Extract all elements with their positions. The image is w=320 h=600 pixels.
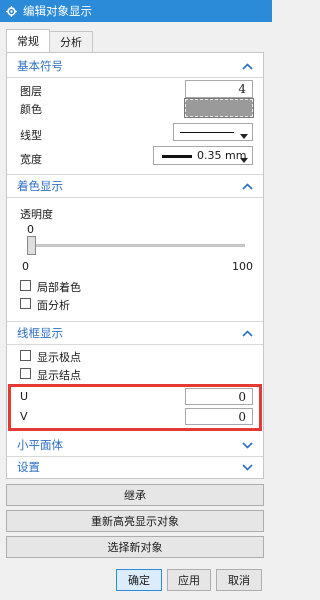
tab-analysis[interactable]: 分析 — [49, 31, 93, 52]
show-poles-checkbox[interactable] — [20, 350, 31, 361]
chevron-up-icon[interactable] — [241, 327, 253, 339]
transparency-slider-track[interactable] — [27, 244, 245, 247]
settings-panel: 基本符号 图层 4 颜色 线型 宽度 0.35 mm 着色显示 透明度 0 0 — [6, 52, 264, 479]
divider — [7, 197, 263, 198]
v-label: V — [20, 410, 28, 423]
local-shading-checkbox[interactable] — [20, 280, 31, 291]
v-input[interactable]: 0 — [185, 408, 253, 425]
section-facet-body-title: 小平面体 — [17, 438, 63, 452]
dropdown-arrow-icon — [240, 129, 248, 142]
transparency-value: 0 — [27, 223, 34, 236]
local-shading-label: 局部着色 — [37, 281, 81, 294]
u-input[interactable]: 0 — [185, 388, 253, 405]
linetype-label: 线型 — [20, 129, 42, 142]
layer-value: 4 — [238, 82, 246, 96]
section-basic-symbol-header[interactable]: 基本符号 — [7, 55, 263, 77]
color-swatch-button[interactable] — [184, 98, 254, 118]
divider — [7, 77, 263, 78]
apply-button[interactable]: 应用 — [167, 569, 211, 591]
show-knots-checkbox[interactable] — [20, 368, 31, 379]
select-new-object-button[interactable]: 选择新对象 — [6, 536, 264, 558]
section-settings-header[interactable]: 设置 — [7, 456, 263, 478]
show-knots-label: 显示结点 — [37, 369, 81, 382]
color-label: 颜色 — [20, 103, 42, 116]
width-label: 宽度 — [20, 153, 42, 166]
dropdown-arrow-icon — [240, 153, 248, 166]
section-shading-header[interactable]: 着色显示 — [7, 175, 263, 197]
section-shading-title: 着色显示 — [17, 179, 63, 193]
app-gear-icon — [6, 5, 17, 17]
width-select[interactable]: 0.35 mm — [153, 146, 253, 165]
face-analysis-checkbox[interactable] — [20, 298, 31, 309]
tab-general[interactable]: 常规 — [6, 29, 50, 52]
layer-input[interactable]: 4 — [185, 80, 253, 98]
transparency-label: 透明度 — [20, 208, 53, 221]
inherit-button[interactable]: 继承 — [6, 484, 264, 506]
face-analysis-label: 面分析 — [37, 299, 70, 312]
section-wireframe-header[interactable]: 线框显示 — [7, 322, 263, 344]
chevron-down-icon[interactable] — [241, 461, 253, 473]
show-poles-label: 显示极点 — [37, 351, 81, 364]
slider-min-label: 0 — [22, 260, 29, 273]
linetype-select[interactable] — [173, 123, 253, 141]
section-settings-title: 设置 — [17, 460, 40, 474]
layer-label: 图层 — [20, 85, 42, 98]
width-value: 0.35 mm — [197, 149, 247, 162]
thick-line-sample — [162, 155, 192, 158]
chevron-up-icon[interactable] — [241, 180, 253, 192]
section-wireframe-title: 线框显示 — [17, 326, 63, 340]
u-value: 0 — [238, 389, 246, 404]
chevron-down-icon[interactable] — [241, 439, 253, 451]
section-facet-body-header[interactable]: 小平面体 — [7, 434, 263, 456]
title-bar: 编辑对象显示 — [0, 0, 272, 22]
cancel-button[interactable]: 取消 — [216, 569, 262, 591]
ok-button[interactable]: 确定 — [116, 569, 162, 591]
divider — [7, 344, 263, 345]
section-basic-symbol-title: 基本符号 — [17, 59, 63, 73]
rehighlight-button[interactable]: 重新高亮显示对象 — [6, 510, 264, 532]
u-label: U — [20, 390, 29, 403]
chevron-up-icon[interactable] — [241, 60, 253, 72]
window-title: 编辑对象显示 — [23, 4, 92, 18]
slider-max-label: 100 — [232, 260, 253, 273]
tab-bar: 常规 分析 — [6, 29, 93, 53]
v-value: 0 — [238, 409, 246, 424]
transparency-slider-thumb[interactable] — [27, 236, 36, 255]
solid-line-sample — [180, 132, 234, 134]
